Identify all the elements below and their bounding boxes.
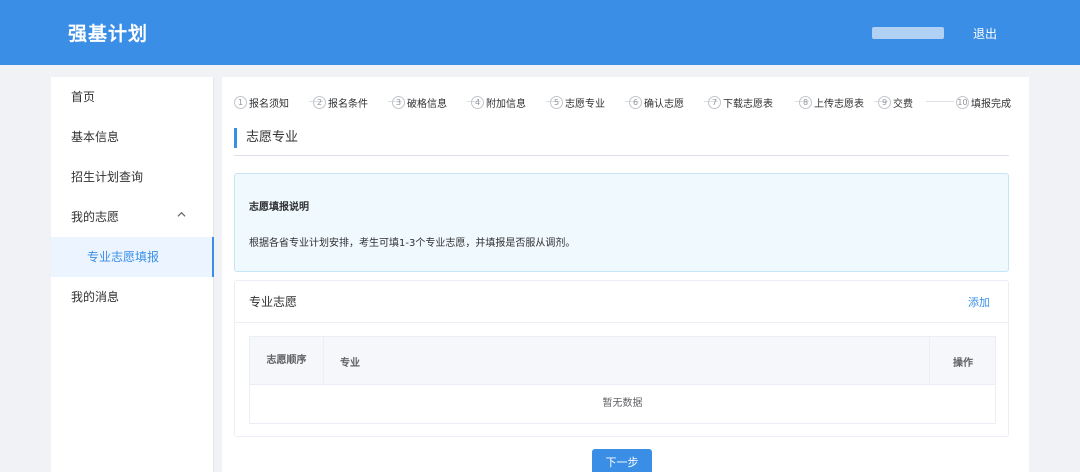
step-2: 2 报名条件	[313, 93, 368, 111]
step-number: 4	[471, 95, 484, 109]
step-label: 报名条件	[328, 98, 368, 110]
sidebar-item-my-volunteer[interactable]: 我的志愿	[51, 197, 214, 237]
step-6: 6 确认志愿	[629, 93, 684, 111]
step-9: 9 交费	[878, 93, 913, 111]
sidebar-item-label: 我的消息	[71, 290, 120, 304]
column-header-action: 操作	[953, 357, 973, 369]
step-connector	[926, 101, 954, 102]
step-label: 下载志愿表	[723, 98, 773, 110]
step-number: 1	[234, 95, 247, 109]
step-7: 7 下载志愿表	[708, 93, 773, 111]
step-label: 报名须知	[249, 98, 289, 110]
sidebar-item-label: 首页	[71, 90, 96, 104]
volunteer-table: 志愿顺序 专业 操作 暂无数据	[249, 336, 996, 424]
sidebar-item-label: 我的志愿	[71, 210, 120, 224]
step-label: 附加信息	[486, 98, 526, 110]
sidebar-item-label: 基本信息	[71, 130, 120, 144]
sidebar-item-label: 专业志愿填报	[87, 250, 160, 264]
step-number: 9	[878, 95, 891, 109]
step-label: 破格信息	[407, 98, 447, 110]
step-8: 8 上传志愿表	[799, 93, 864, 111]
brand-title: 强基计划	[68, 23, 149, 45]
sidebar-item-label: 招生计划查询	[71, 170, 144, 184]
empty-state: 暂无数据	[602, 398, 643, 409]
column-header-order: 志愿顺序	[250, 337, 324, 385]
top-header: 强基计划 退出	[0, 0, 1080, 65]
step-number: 5	[550, 95, 563, 109]
step-label: 志愿专业	[565, 98, 605, 110]
step-number: 10	[956, 95, 969, 109]
step-3: 3 破格信息	[392, 93, 447, 111]
page-title: 志愿专业	[234, 128, 298, 148]
sidebar-item-major-volunteer[interactable]: 专业志愿填报	[51, 237, 214, 277]
major-volunteer-card: 专业志愿 添加 志愿顺序 专业 操作 暂无数据	[234, 280, 1009, 437]
step-number: 2	[313, 95, 326, 109]
sidebar: 首页 基本信息 招生计划查询 我的志愿 专业志愿填报 我的消息	[51, 77, 214, 472]
column-header-major: 专业	[325, 337, 930, 385]
step-label: 填报完成	[971, 98, 1011, 110]
step-label: 上传志愿表	[814, 98, 864, 110]
step-number: 8	[799, 95, 812, 109]
chevron-up-icon	[177, 197, 186, 237]
next-step-button[interactable]: 下一步	[592, 449, 652, 472]
sidebar-item-basic-info[interactable]: 基本信息	[51, 117, 214, 157]
divider	[234, 155, 1009, 156]
step-1: 1 报名须知	[234, 93, 289, 111]
notice-title: 志愿填报说明	[249, 202, 309, 213]
table-header: 志愿顺序 专业 操作	[250, 337, 995, 385]
add-button[interactable]: 添加	[968, 294, 990, 310]
step-number: 3	[392, 95, 405, 109]
step-4: 4 附加信息	[471, 93, 526, 111]
step-10: 10 填报完成	[956, 93, 1011, 111]
logout-link[interactable]: 退出	[973, 25, 997, 42]
card-title: 专业志愿	[249, 295, 298, 309]
step-number: 6	[629, 95, 642, 109]
card-header: 专业志愿 添加	[235, 281, 1008, 323]
sidebar-item-enrollment-plan[interactable]: 招生计划查询	[51, 157, 214, 197]
sidebar-item-home[interactable]: 首页	[51, 77, 214, 117]
main-content: 1 报名须知 2 报名条件 3 破格信息 4 附加信息 5 志愿专业 6 确认志愿 7 下载志…	[222, 77, 1029, 472]
step-number: 7	[708, 95, 721, 109]
step-label: 交费	[893, 98, 913, 110]
step-label: 确认志愿	[644, 98, 684, 110]
notice-text: 根据各省专业计划安排，考生可填1-3个专业志愿，并填报是否服从调剂。	[249, 238, 576, 249]
user-name-blurred	[872, 27, 944, 39]
notice-box: 志愿填报说明 根据各省专业计划安排，考生可填1-3个专业志愿，并填报是否服从调剂…	[234, 173, 1009, 272]
sidebar-item-messages[interactable]: 我的消息	[51, 277, 214, 317]
step-5: 5 志愿专业	[550, 93, 605, 111]
step-bar: 1 报名须知 2 报名条件 3 破格信息 4 附加信息 5 志愿专业 6 确认志愿 7 下载志…	[234, 93, 1019, 111]
